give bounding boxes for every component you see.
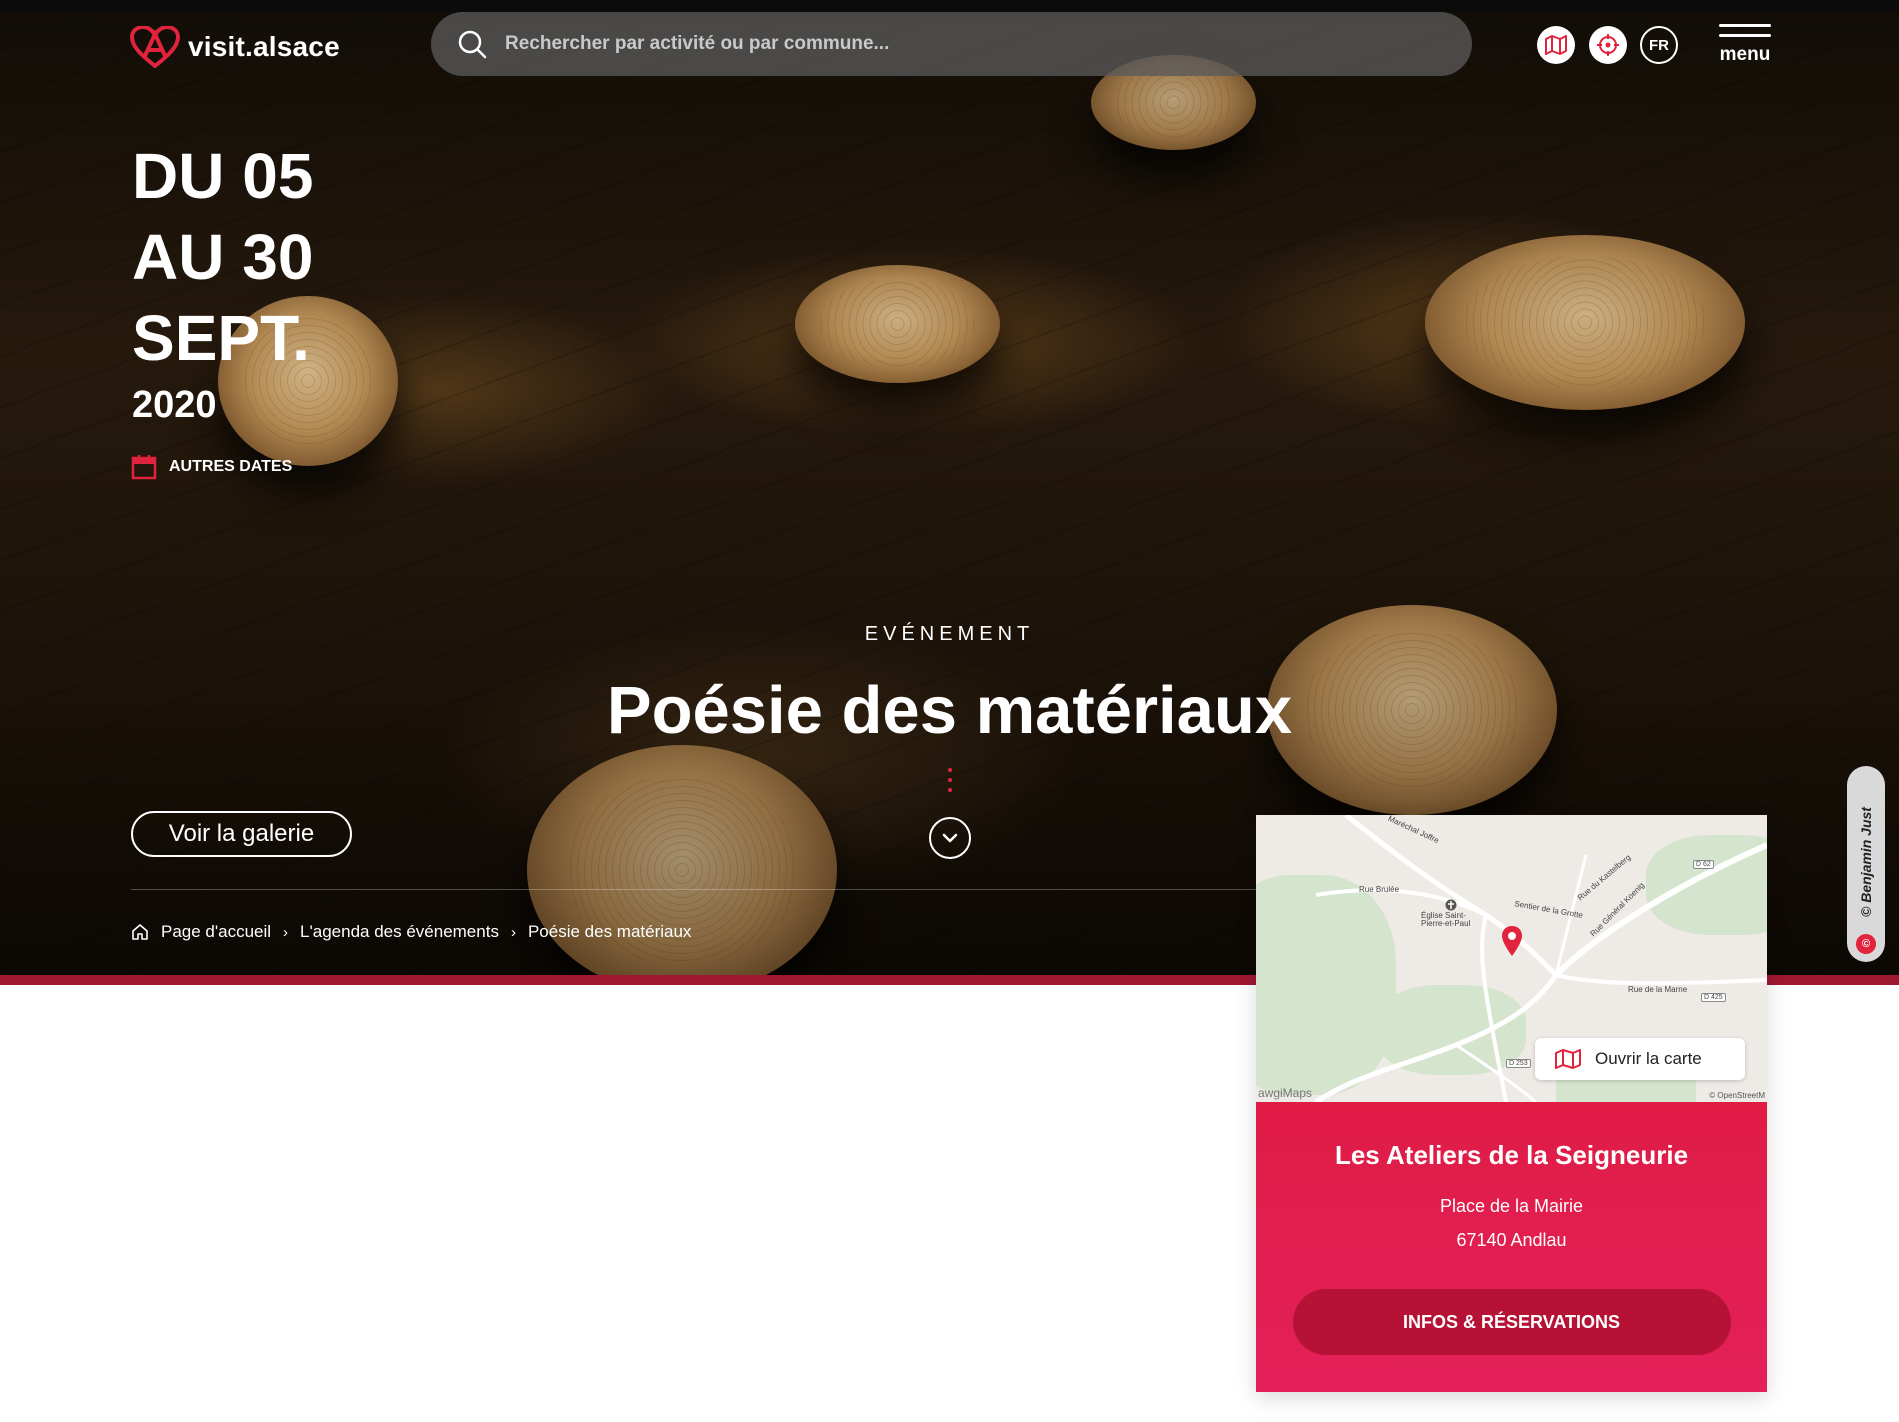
photo-credit[interactable]: © Benjamin Just © (1847, 766, 1885, 962)
other-dates-label: AUTRES DATES (169, 458, 293, 475)
osm-attribution[interactable]: © OpenStreetM (1709, 1091, 1765, 1100)
menu-button[interactable]: menu (1719, 24, 1771, 66)
other-dates-link[interactable]: AUTRES DATES (131, 454, 292, 480)
open-map-label: Ouvrir la carte (1595, 1049, 1702, 1068)
location-pin-icon (1502, 926, 1522, 956)
page-title: Poésie des matériaux (606, 673, 1293, 748)
map-view-button[interactable] (1537, 26, 1575, 64)
chevron-right-icon: › (510, 923, 516, 941)
venue-street: Place de la Mairie (1439, 1196, 1584, 1216)
location-card: Maréchal Joffre Rue Brulée Église Saint-… (1256, 815, 1767, 1392)
site-logo[interactable]: visit.alsace (130, 26, 340, 68)
date-to: AU 30 (132, 221, 314, 293)
chevron-right-icon: › (283, 923, 289, 941)
search-icon (458, 30, 487, 59)
geolocate-button[interactable] (1589, 26, 1627, 64)
target-icon (1597, 34, 1619, 56)
breadcrumb: Page d'accueil › L'agenda des événements… (131, 922, 691, 942)
date-from: DU 05 (132, 140, 314, 212)
breadcrumb-home[interactable]: Page d'accueil (161, 922, 271, 942)
venue-info: Les Ateliers de la Seigneurie Place de l… (1256, 1102, 1767, 1392)
map-icon (1545, 35, 1567, 55)
alsace-heart-logo-icon (130, 26, 180, 68)
menu-label: menu (1719, 44, 1771, 65)
home-icon (132, 924, 148, 940)
map-icon (1555, 1049, 1581, 1069)
search-input[interactable] (505, 33, 1405, 55)
hamburger-icon (1719, 24, 1771, 27)
brand-name: visit.alsace (188, 31, 340, 62)
view-gallery-button[interactable]: Voir la galerie (131, 811, 352, 857)
venue-name: Les Ateliers de la Seigneurie (1334, 1140, 1689, 1170)
venue-city: 67140 Andlau (1456, 1230, 1567, 1250)
language-code: FR (1649, 36, 1669, 54)
event-date-range: DU 05 AU 30 SEPT. (132, 136, 313, 379)
open-map-button[interactable]: Ouvrir la carte (1535, 1038, 1745, 1080)
scroll-down-button[interactable] (929, 817, 971, 859)
vertical-dots-decoration (947, 768, 953, 798)
event-kicker: EVÉNEMENT (864, 623, 1035, 645)
date-month: SEPT. (132, 302, 310, 374)
breadcrumb-agenda[interactable]: L'agenda des événements (300, 922, 499, 942)
info-reservations-button[interactable]: INFOS & RÉSERVATIONS (1292, 1289, 1731, 1355)
location-map[interactable]: Maréchal Joffre Rue Brulée Église Saint-… (1256, 815, 1767, 1102)
church-icon (1445, 899, 1457, 911)
language-switcher[interactable]: FR (1640, 26, 1678, 64)
breadcrumb-current: Poésie des matériaux (527, 922, 692, 941)
divider (131, 889, 1256, 890)
map-attribution: awgiMaps (1258, 1086, 1313, 1100)
page: visit.alsace FR menu DU 05 AU 30 SEPT. 2 (0, 0, 1899, 1422)
chevron-down-icon (942, 833, 958, 843)
photo-credit-text: © Benjamin Just (1858, 807, 1874, 917)
search-bar[interactable] (431, 12, 1472, 76)
event-year: 2020 (132, 384, 217, 426)
copyright-icon: © (1856, 934, 1876, 954)
calendar-icon (131, 455, 157, 480)
